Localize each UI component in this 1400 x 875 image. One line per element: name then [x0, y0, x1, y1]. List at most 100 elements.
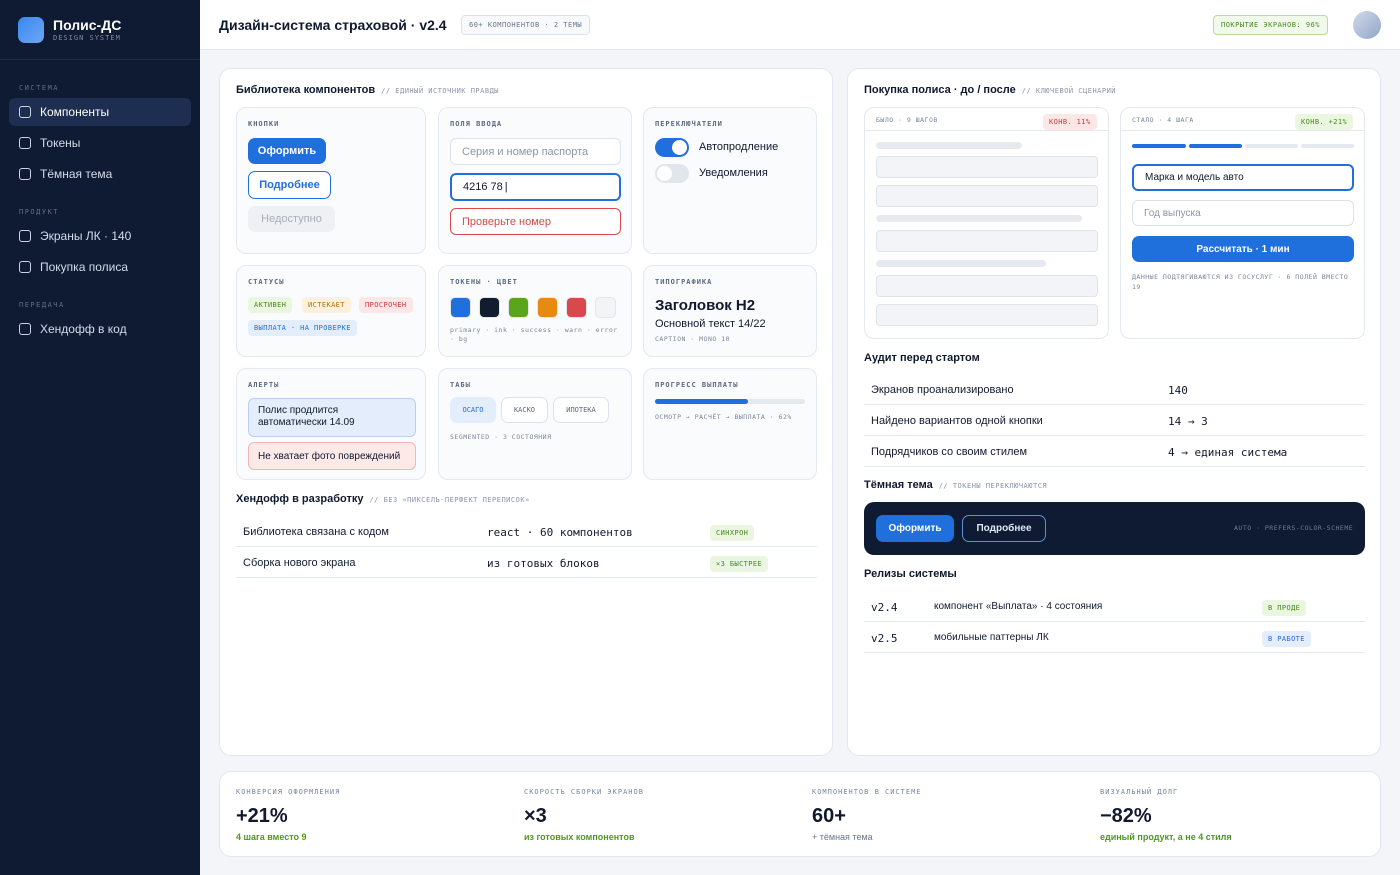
brand-name: Полис-ДС	[53, 17, 122, 33]
kpi-note: 4 шага вместо 9	[236, 832, 307, 842]
toggle-off[interactable]	[655, 164, 689, 183]
sidebar-item-tokens[interactable]: Токены	[9, 129, 191, 157]
color-swatch[interactable]	[566, 297, 587, 318]
audit-name: Подрядчиков со своим стилем	[871, 446, 1028, 458]
sidebar-item-purchase[interactable]: Покупка полиса	[9, 253, 191, 281]
handoff-name: Библиотека связана с кодом	[243, 526, 389, 538]
card-label: КНОПКИ	[248, 120, 280, 128]
toggles-card: ПЕРЕКЛЮЧАТЕЛИ Автопродление Уведомления	[643, 107, 817, 254]
tokens-caption: primary · ink · success · warn · error ·…	[450, 326, 618, 343]
audit-name: Экранов проанализировано	[871, 384, 1014, 396]
sidebar: Полис-ДС DESIGN SYSTEM СИСТЕМА Компонент…	[0, 0, 200, 875]
library-subtitle: // ЕДИНЫЙ ИСТОЧНИК ПРАВДЫ	[381, 87, 499, 95]
status-badge: ВЫПЛАТА · НА ПРОВЕРКЕ	[248, 320, 357, 336]
color-swatch[interactable]	[537, 297, 558, 318]
logo-icon	[18, 16, 44, 43]
coverage-badge: ПОКРЫТИЕ ЭКРАНОВ: 96%	[1213, 15, 1329, 35]
sidebar-item-screens[interactable]: Экраны ЛК · 140	[9, 222, 191, 250]
nav-section-title: ПРОДУКТ	[19, 208, 60, 216]
status-badge: В ПРОДЕ	[1262, 600, 1307, 616]
after-label: СТАЛО · 4 ШАГА	[1132, 116, 1194, 124]
progress-caption: ОСМОТР → РАСЧЁТ → ВЫПЛАТА · 62%	[655, 413, 792, 421]
tabs-caption: SEGMENTED · 3 СОСТОЯНИЯ	[450, 433, 552, 441]
table-row: v2.5 мобильные паттерны ЛК В РАБОТЕ	[864, 622, 1365, 653]
step-indicator	[1301, 144, 1354, 148]
color-swatch[interactable]	[479, 297, 500, 318]
dark-primary-button[interactable]: Оформить	[876, 515, 954, 542]
dark-theme-preview: Оформить Подробнее AUTO · PREFERS-COLOR-…	[864, 502, 1365, 555]
avatar[interactable]	[1353, 11, 1381, 39]
secondary-button[interactable]: Подробнее	[248, 171, 331, 199]
error-alert: Не хватает фото повреждений	[248, 442, 416, 470]
tab-mortgage[interactable]: ИПОТЕКА	[553, 397, 609, 423]
tab-osago[interactable]: ОСАГО	[450, 397, 496, 423]
buttons-card: КНОПКИ Оформить Подробнее Недоступно	[236, 107, 426, 254]
dark-theme-subtitle: // ТОКЕНЫ ПЕРЕКЛЮЧАЮТСЯ	[938, 482, 1048, 490]
table-row: Подрядчиков со своим стилем 4 → единая с…	[864, 436, 1365, 467]
statuses-card: СТАТУСЫ АКТИВЕН ИСТЕКАЕТ ПРОСРОЧЕН ВЫПЛА…	[236, 265, 426, 357]
color-swatch[interactable]	[508, 297, 529, 318]
conversion-badge: КОНВ. 11%	[1043, 114, 1097, 130]
card-label: СТАТУСЫ	[248, 278, 285, 286]
sidebar-item-dark-theme[interactable]: Тёмная тема	[9, 160, 191, 188]
kpi-value: +21%	[236, 805, 288, 827]
handoff-title: Хендофф в разработку// БЕЗ «ПИКСЕЛЬ-ПЕРФ…	[236, 493, 530, 505]
calculate-button[interactable]: Рассчитать · 1 мин	[1132, 236, 1354, 262]
handoff-subtitle: // БЕЗ «ПИКСЕЛЬ-ПЕРФЕКТ ПЕРЕПИСОК»	[369, 496, 530, 504]
audit-name: Найдено вариантов одной кнопки	[871, 415, 1043, 427]
sidebar-item-label: Компоненты	[40, 105, 110, 119]
table-row: Сборка нового экрана из готовых блоков ×…	[236, 547, 817, 578]
release-version: v2.4	[871, 601, 898, 614]
dark-secondary-button[interactable]: Подробнее	[962, 515, 1046, 542]
top-bar: Дизайн-система страховой · v2.4 60+ КОМП…	[200, 0, 1400, 50]
before-flow-card: БЫЛО · 9 ШАГОВ КОНВ. 11%	[864, 107, 1109, 339]
toggle-label: Уведомления	[699, 167, 768, 179]
handoff-name: Сборка нового экрана	[243, 557, 356, 569]
disabled-button: Недоступно	[248, 206, 335, 232]
sidebar-item-label: Токены	[40, 136, 81, 150]
primary-button[interactable]: Оформить	[248, 138, 326, 164]
checkbox-icon	[19, 137, 31, 149]
payout-progress-fill	[655, 399, 748, 404]
audit-value: 140	[1168, 384, 1188, 397]
audit-value: 4 → единая система	[1168, 446, 1288, 459]
sidebar-item-label: Покупка полиса	[40, 260, 128, 274]
purchase-subtitle: // КЛЮЧЕВОЙ СЦЕНАРИЙ	[1021, 87, 1117, 95]
passport-input[interactable]: Серия и номер паспорта	[450, 138, 621, 165]
status-badge: АКТИВЕН	[248, 297, 293, 313]
color-swatch[interactable]	[595, 297, 616, 318]
step-indicator-active	[1132, 144, 1186, 148]
toggle-label: Автопродление	[699, 141, 779, 153]
typography-heading: Заголовок H2	[655, 297, 756, 314]
card-label: ТИПОГРАФИКА	[655, 278, 713, 286]
nav-section-title: СИСТЕМА	[19, 84, 60, 92]
kpi-label: КОМПОНЕНТОВ В СИСТЕМЕ	[812, 788, 922, 796]
tab-kasko[interactable]: КАСКО	[501, 397, 548, 423]
after-note: ДАННЫЕ ПОДТЯГИВАЮТСЯ ИЗ ГОСУСЛУГ · 6 ПОЛ…	[1132, 273, 1349, 291]
sidebar-item-components[interactable]: Компоненты	[9, 98, 191, 126]
tabs-card: ТАБЫ ОСАГО КАСКО ИПОТЕКА SEGMENTED · 3 С…	[438, 368, 632, 480]
color-swatch[interactable]	[450, 297, 471, 318]
toggle-on[interactable]	[655, 138, 689, 157]
card-label: ПРОГРЕСС ВЫПЛАТЫ	[655, 381, 739, 389]
year-input[interactable]: Год выпуска	[1132, 200, 1354, 226]
focused-input[interactable]: 4216 78 |	[450, 173, 621, 201]
dark-theme-note: AUTO · PREFERS-COLOR-SCHEME	[1234, 524, 1354, 532]
sidebar-item-handoff[interactable]: Хендофф в код	[9, 315, 191, 343]
alerts-card: АЛЕРТЫ Полис продлится автоматически 14.…	[236, 368, 426, 480]
error-input[interactable]: Проверьте номер	[450, 208, 621, 235]
car-model-input[interactable]: Марка и модель авто	[1132, 164, 1354, 191]
status-badge: ×3 БЫСТРЕЕ	[710, 556, 769, 572]
release-desc: компонент «Выплата» · 4 состояния	[934, 601, 1103, 612]
components-tag: 60+ КОМПОНЕНТОВ · 2 ТЕМЫ	[461, 15, 591, 35]
typography-caption: CAPTION · MONO 10	[655, 335, 731, 343]
step-indicator-active	[1189, 144, 1242, 148]
conversion-badge: КОНВ. +21%	[1295, 114, 1354, 130]
brand: Полис-ДС DESIGN SYSTEM	[0, 0, 200, 60]
checkbox-icon	[19, 261, 31, 273]
checkbox-icon	[19, 168, 31, 180]
table-row: v2.4 компонент «Выплата» · 4 состояния В…	[864, 591, 1365, 622]
skeleton-line	[876, 142, 1022, 149]
release-desc: мобильные паттерны ЛК	[934, 632, 1049, 643]
library-panel: Библиотека компонентов// ЕДИНЫЙ ИСТОЧНИК…	[219, 68, 833, 756]
